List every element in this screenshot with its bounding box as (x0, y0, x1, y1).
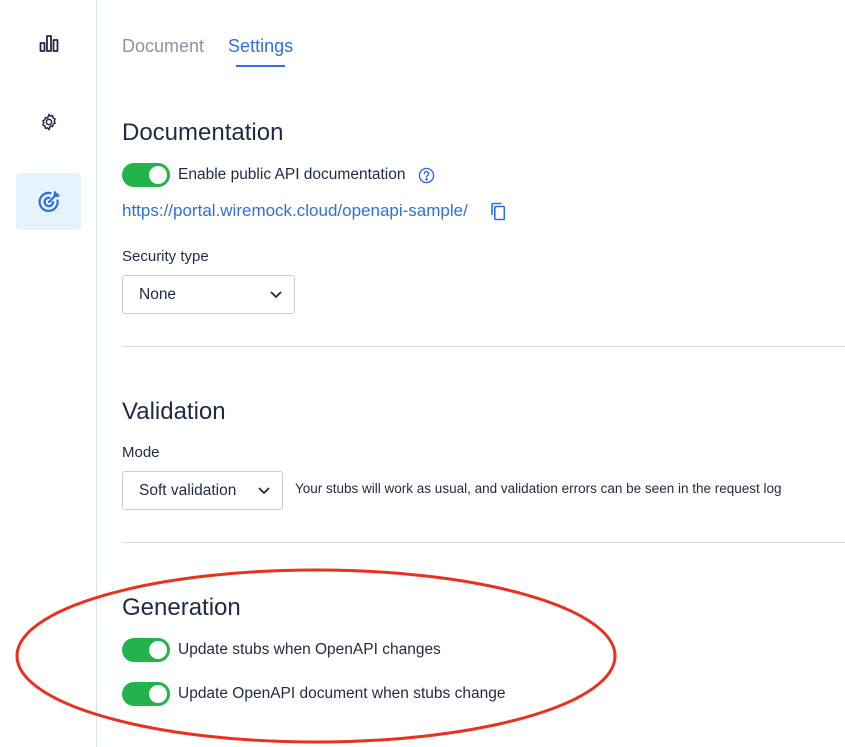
documentation-heading: Documentation (122, 119, 284, 146)
update-openapi-toggle-label: Update OpenAPI document when stubs chang… (178, 685, 506, 702)
tab-settings[interactable]: Settings (228, 36, 293, 67)
validation-mode-select[interactable]: Soft validation (122, 471, 283, 510)
validation-mode-value: Soft validation (139, 481, 237, 499)
help-icon[interactable] (418, 167, 435, 184)
section-divider (122, 542, 845, 543)
security-type-select[interactable]: None (122, 275, 295, 314)
docs-url-row: https://portal.wiremock.cloud/openapi-sa… (122, 201, 506, 221)
update-openapi-toggle-row: Update OpenAPI document when stubs chang… (122, 682, 505, 706)
security-type-label: Security type (122, 248, 209, 265)
generation-heading: Generation (122, 594, 241, 621)
mode-label: Mode (122, 444, 160, 461)
chevron-down-icon (270, 291, 282, 299)
sidebar (0, 0, 97, 747)
chevron-down-icon (258, 487, 270, 495)
public-docs-toggle[interactable] (122, 163, 170, 187)
bar-chart-icon (39, 34, 58, 52)
target-icon (38, 190, 59, 212)
tab-document[interactable]: Document (122, 36, 204, 67)
update-openapi-toggle[interactable] (122, 682, 170, 706)
copy-icon[interactable] (490, 202, 506, 221)
toggle-knob (149, 641, 167, 659)
update-stubs-toggle[interactable] (122, 638, 170, 662)
sidebar-item-openapi[interactable] (16, 173, 81, 230)
public-docs-toggle-row: Enable public API documentation (122, 163, 435, 187)
tab-bar: Document Settings (122, 36, 293, 67)
public-docs-toggle-label: Enable public API documentation (178, 166, 406, 183)
validation-heading: Validation (122, 398, 226, 425)
section-divider (122, 346, 845, 347)
docs-url-link[interactable]: https://portal.wiremock.cloud/openapi-sa… (122, 201, 468, 221)
sidebar-item-settings[interactable] (16, 93, 81, 150)
toggle-knob (149, 166, 167, 184)
update-stubs-toggle-row: Update stubs when OpenAPI changes (122, 638, 441, 662)
sidebar-item-analytics[interactable] (16, 14, 81, 71)
main-content: Document Settings Documentation Enable p… (122, 0, 845, 747)
gear-icon (41, 113, 56, 130)
validation-mode-hint: Your stubs will work as usual, and valid… (295, 481, 782, 496)
update-stubs-toggle-label: Update stubs when OpenAPI changes (178, 641, 441, 658)
security-type-value: None (139, 285, 177, 303)
toggle-knob (149, 685, 167, 703)
